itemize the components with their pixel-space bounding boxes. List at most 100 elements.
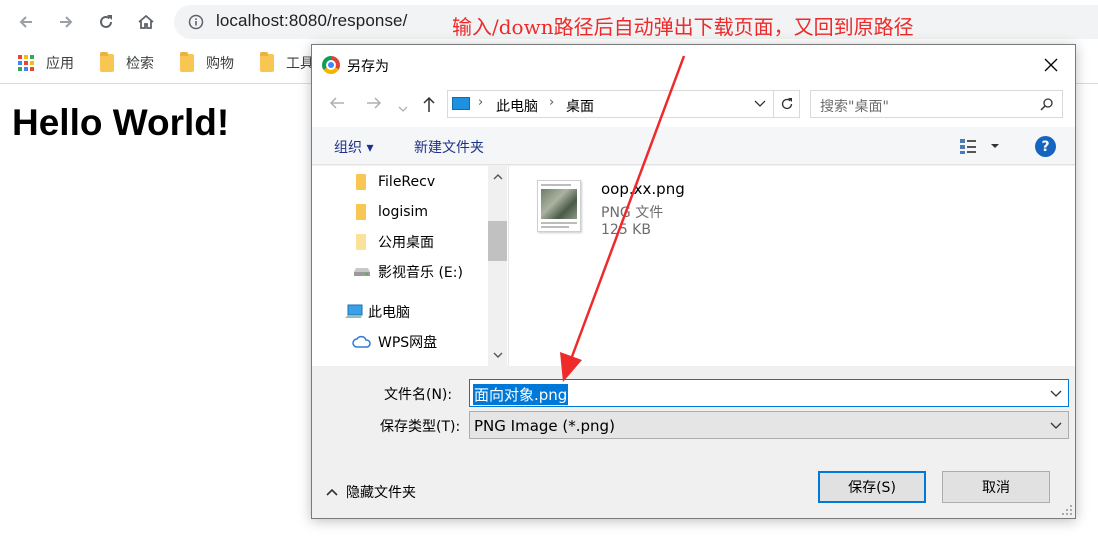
- filetype-select[interactable]: PNG Image (*.png): [469, 411, 1069, 439]
- search-icon: [1040, 98, 1053, 111]
- arrow-left-icon: [329, 97, 344, 109]
- thumbnail-photo: [541, 189, 577, 219]
- bookmark-shopping[interactable]: 购物: [180, 52, 234, 74]
- nav-item-filerecv[interactable]: FileRecv: [356, 167, 508, 197]
- recent-locations-button[interactable]: [398, 98, 408, 117]
- refresh-button[interactable]: [773, 90, 799, 118]
- folder-icon: [260, 52, 274, 72]
- nav-item-this-pc[interactable]: 此电脑: [344, 297, 508, 327]
- computer-icon: [452, 97, 470, 110]
- nav-item-logisim[interactable]: logisim: [356, 197, 508, 227]
- cancel-button[interactable]: 取消: [942, 471, 1050, 503]
- nav-scrollbar[interactable]: [488, 166, 507, 366]
- up-button[interactable]: [422, 95, 436, 117]
- cloud-icon: [352, 335, 371, 348]
- thumbnail-text-line: [541, 226, 569, 228]
- save-button[interactable]: 保存(S): [818, 471, 926, 503]
- apps-grid-icon: [18, 55, 34, 71]
- page-heading: Hello World!: [12, 102, 230, 143]
- forward-button[interactable]: [52, 8, 80, 36]
- thumbnail-text-line: [541, 184, 571, 186]
- chevron-right-icon: ›: [478, 95, 484, 110]
- breadcrumb-desktop[interactable]: 桌面: [566, 96, 594, 116]
- resize-grip-icon[interactable]: [1061, 504, 1073, 516]
- red-annotation-text: 输入/down路径后自动弹出下载页面，又回到原路径: [452, 15, 914, 39]
- filename-input[interactable]: 面向对象.png: [469, 379, 1069, 407]
- new-folder-button[interactable]: 新建文件夹: [414, 137, 484, 157]
- file-list: oop.xx.png PNG 文件 125 KB: [509, 166, 1075, 366]
- nav-item-wps-cloud[interactable]: WPS网盘: [352, 327, 508, 357]
- organize-button[interactable]: 组织 ▾: [334, 137, 373, 157]
- file-size: 125 KB: [601, 222, 651, 238]
- bookmark-tools[interactable]: 工具: [260, 52, 314, 74]
- file-type: PNG 文件: [601, 205, 664, 221]
- browser-toolbar: localhost:8080/response/ 输入/down路径后自动弹出下…: [0, 0, 1098, 44]
- dialog-address-row: › 此电脑 › 桌面 搜索"桌面": [312, 85, 1075, 127]
- nav-item-drive-e[interactable]: 影视音乐 (E:): [352, 257, 508, 287]
- hide-folders-label: 隐藏文件夹: [346, 485, 416, 501]
- nav-item-label: 此电脑: [368, 305, 410, 321]
- dialog-bottom-panel: 文件名(N): 面向对象.png 保存类型(T): PNG Image (*.p…: [312, 366, 1075, 518]
- filetype-label: 保存类型(T):: [380, 419, 461, 435]
- dialog-back-button[interactable]: [328, 95, 346, 115]
- chrome-icon: [322, 56, 340, 74]
- chevron-down-icon[interactable]: [753, 97, 767, 111]
- bookmark-label: 购物: [206, 56, 234, 72]
- nav-item-label: logisim: [378, 204, 429, 220]
- bookmark-label: 工具: [286, 56, 314, 72]
- save-as-dialog: 另存为 › 此电脑 › 桌面 搜索"桌面" 组织 ▾ 新建文件夹 ? FileR…: [311, 44, 1076, 519]
- folder-icon: [180, 52, 194, 72]
- view-options-icon: [960, 139, 999, 154]
- scroll-thumb[interactable]: [488, 221, 507, 261]
- arrow-left-icon: [19, 16, 32, 28]
- refresh-icon: [781, 98, 792, 110]
- thumbnail-text-line: [541, 222, 577, 224]
- arrow-right-icon: [60, 16, 73, 28]
- file-name[interactable]: oop.xx.png: [601, 180, 685, 198]
- folder-icon: [356, 204, 366, 220]
- bookmark-label: 应用: [46, 56, 74, 72]
- arrow-right-icon: [367, 97, 382, 109]
- filetype-value: PNG Image (*.png): [474, 417, 615, 435]
- dialog-title: 另存为: [347, 59, 389, 75]
- reload-button[interactable]: [92, 8, 120, 36]
- chevron-right-icon: ›: [549, 95, 555, 110]
- filename-label: 文件名(N):: [384, 387, 453, 403]
- dialog-forward-button[interactable]: [365, 95, 383, 115]
- breadcrumb-this-pc[interactable]: 此电脑: [496, 96, 538, 116]
- nav-item-label: FileRecv: [378, 174, 436, 190]
- dialog-command-bar: 组织 ▾ 新建文件夹 ?: [312, 127, 1075, 165]
- reload-icon: [100, 15, 112, 28]
- file-thumbnail[interactable]: [537, 180, 581, 232]
- close-icon: [1044, 58, 1058, 72]
- folder-icon: [100, 52, 114, 72]
- folder-icon: [356, 174, 366, 190]
- chevron-up-icon: [326, 488, 338, 496]
- help-icon: ?: [1041, 138, 1050, 155]
- dialog-address-box[interactable]: › 此电脑 › 桌面: [447, 90, 800, 118]
- scroll-down-button[interactable]: [491, 349, 504, 362]
- arrow-up-icon: [423, 96, 435, 112]
- bookmark-apps[interactable]: 应用: [18, 52, 74, 74]
- chevron-down-icon: [398, 106, 408, 112]
- info-icon[interactable]: [188, 14, 204, 30]
- close-button[interactable]: [1039, 53, 1063, 77]
- home-icon: [138, 14, 154, 29]
- dialog-search-input[interactable]: 搜索"桌面": [810, 90, 1063, 118]
- hide-folders-toggle[interactable]: 隐藏文件夹: [326, 482, 416, 502]
- change-view-button[interactable]: [959, 137, 1005, 159]
- filename-value: 面向对象.png: [473, 384, 569, 405]
- chevron-down-icon[interactable]: [1050, 387, 1062, 399]
- back-button[interactable]: [12, 8, 40, 36]
- bookmark-label: 检索: [126, 56, 154, 72]
- search-placeholder: 搜索"桌面": [820, 99, 889, 115]
- nav-item-label: 公用桌面: [378, 235, 434, 251]
- home-button[interactable]: [132, 8, 160, 36]
- scroll-up-button[interactable]: [491, 170, 504, 183]
- folder-icon: [356, 234, 366, 250]
- nav-item-public-desktop[interactable]: 公用桌面: [356, 227, 508, 257]
- help-button[interactable]: ?: [1035, 136, 1056, 157]
- bookmark-search[interactable]: 检索: [100, 52, 154, 74]
- drive-icon: [354, 268, 370, 276]
- nav-item-label: 影视音乐 (E:): [378, 265, 463, 281]
